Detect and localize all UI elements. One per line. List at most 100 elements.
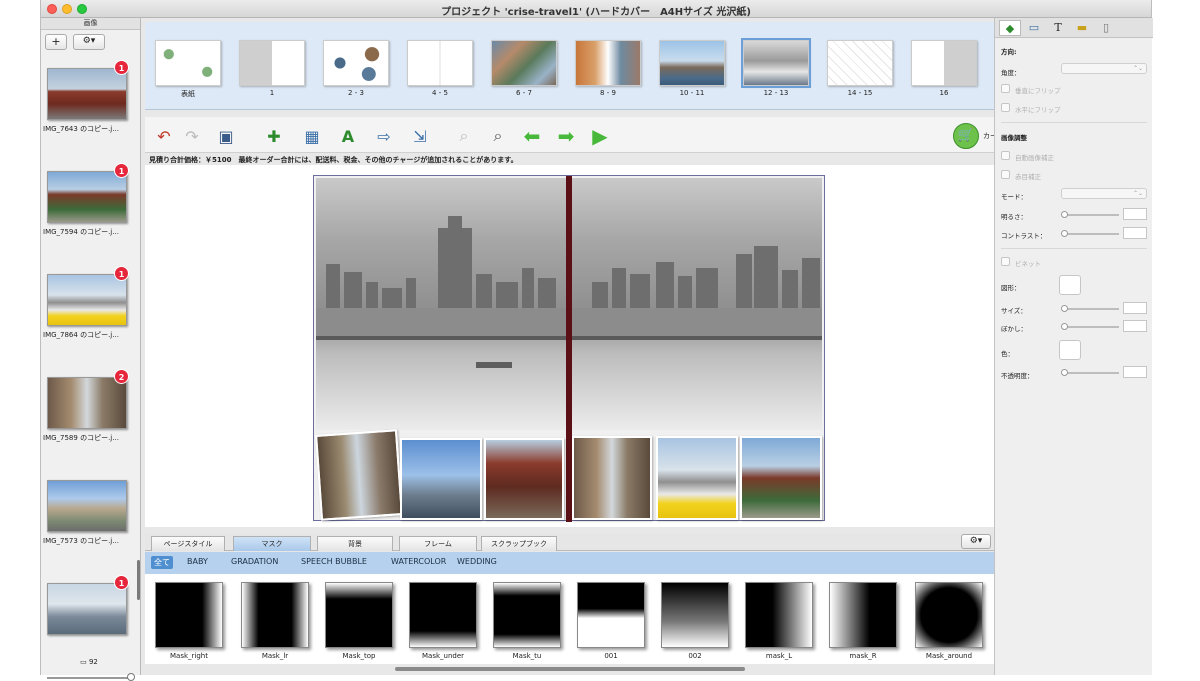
import-icon[interactable]: ⇨ bbox=[373, 125, 395, 147]
asset-gear-button[interactable]: ⚙▾ bbox=[961, 534, 991, 549]
page-thumb-14-15[interactable] bbox=[827, 40, 893, 86]
opacity-knob[interactable] bbox=[1061, 369, 1068, 376]
zoom-out-icon[interactable]: ⌕ bbox=[453, 125, 475, 147]
photo-flowers[interactable] bbox=[656, 436, 738, 520]
vignette-checkbox[interactable] bbox=[1001, 257, 1010, 266]
opacity-value-field[interactable] bbox=[1123, 366, 1147, 378]
page-thumb-10-11[interactable] bbox=[659, 40, 725, 86]
image-thumbnail[interactable] bbox=[47, 583, 127, 635]
brightness-slider[interactable] bbox=[1065, 214, 1119, 216]
undo-icon[interactable]: ↶ bbox=[153, 125, 175, 147]
tab-frame[interactable]: フレーム bbox=[399, 536, 477, 551]
next-page-icon[interactable]: ➡ bbox=[555, 124, 577, 148]
image-thumbnail[interactable] bbox=[47, 171, 127, 223]
page-thumb-16[interactable] bbox=[911, 40, 977, 86]
contrast-knob[interactable] bbox=[1061, 230, 1068, 237]
flip-horizontal-checkbox[interactable] bbox=[1001, 103, 1010, 112]
thumbnail-size-knob[interactable] bbox=[127, 673, 135, 681]
photo-temple[interactable] bbox=[484, 438, 564, 520]
photo-street[interactable] bbox=[315, 429, 403, 521]
image-thumbnail-list[interactable]: 1 IMG_7643 のコピー.j... 1 IMG_7594 のコピー.j..… bbox=[41, 56, 137, 652]
photo-tower[interactable] bbox=[400, 438, 482, 520]
size-knob[interactable] bbox=[1061, 305, 1068, 312]
mask-thumb[interactable] bbox=[577, 582, 645, 648]
tab-mask[interactable]: マスク bbox=[233, 536, 311, 551]
tab-page-style[interactable]: ページスタイル bbox=[151, 536, 225, 551]
page-thumb-8-9[interactable] bbox=[575, 40, 641, 86]
category-speech-bubble[interactable]: SPEECH BUBBLE bbox=[301, 557, 367, 566]
thumbnail-size-slider[interactable] bbox=[47, 677, 131, 679]
image-item[interactable]: 1 bbox=[41, 571, 137, 652]
flip-vertical-checkbox[interactable] bbox=[1001, 84, 1010, 93]
page-thumb-12-13[interactable] bbox=[741, 38, 811, 88]
page-thumb-6-7[interactable] bbox=[491, 40, 557, 86]
contrast-slider[interactable] bbox=[1065, 233, 1119, 235]
brightness-knob[interactable] bbox=[1061, 211, 1068, 218]
mask-thumb[interactable] bbox=[241, 582, 309, 648]
image-thumbnail[interactable] bbox=[47, 68, 127, 120]
add-text-icon[interactable]: A bbox=[337, 125, 359, 147]
contrast-value-field[interactable] bbox=[1123, 227, 1147, 239]
mask-thumb[interactable] bbox=[155, 582, 223, 648]
image-item[interactable]: 1 IMG_7643 のコピー.j... bbox=[41, 56, 137, 156]
image-thumbnail[interactable] bbox=[47, 480, 127, 532]
save-icon[interactable]: ▣ bbox=[215, 125, 237, 147]
page-thumb-2-3[interactable] bbox=[323, 40, 389, 86]
brightness-value-field[interactable] bbox=[1123, 208, 1147, 220]
tab-scrapbook[interactable]: スクラップブック bbox=[481, 536, 557, 551]
add-image-button[interactable]: + bbox=[45, 34, 67, 50]
text-settings-icon[interactable]: T bbox=[1047, 20, 1069, 36]
opacity-slider[interactable] bbox=[1065, 372, 1119, 374]
redo-icon[interactable]: ↷ bbox=[181, 125, 203, 147]
zoom-in-icon[interactable]: ⌕ bbox=[487, 125, 509, 147]
mask-thumb[interactable] bbox=[915, 582, 983, 648]
image-settings-icon[interactable]: ◆ bbox=[999, 20, 1021, 36]
page-thumb-1[interactable] bbox=[239, 40, 305, 86]
sidebar-scrollbar[interactable] bbox=[137, 560, 140, 600]
redeye-checkbox[interactable] bbox=[1001, 170, 1010, 179]
page-spread[interactable] bbox=[313, 175, 825, 522]
category-gradation[interactable]: GRADATION bbox=[231, 557, 278, 566]
sidebar-gear-button[interactable]: ⚙▾ bbox=[73, 34, 105, 50]
category-baby[interactable]: BABY bbox=[187, 557, 208, 566]
auto-correct-checkbox[interactable] bbox=[1001, 151, 1010, 160]
ruler-settings-icon[interactable]: ▬ bbox=[1071, 20, 1093, 36]
category-watercolor[interactable]: WATERCOLOR bbox=[391, 557, 446, 566]
image-item[interactable]: 1 IMG_7594 のコピー.j... bbox=[41, 159, 137, 259]
play-icon[interactable]: ▶ bbox=[589, 124, 611, 148]
page-canvas[interactable] bbox=[145, 165, 1031, 527]
category-wedding[interactable]: WEDDING bbox=[457, 557, 497, 566]
mask-gallery-scrollbar[interactable] bbox=[395, 667, 745, 671]
cart-icon[interactable]: 🛒 bbox=[953, 123, 979, 149]
mode-select[interactable]: ⌃⌄ bbox=[1061, 188, 1147, 199]
add-page-icon[interactable]: ✚ bbox=[263, 125, 285, 147]
previous-page-icon[interactable]: ⬅ bbox=[521, 124, 543, 148]
blur-slider[interactable] bbox=[1065, 326, 1119, 328]
mask-thumb[interactable] bbox=[661, 582, 729, 648]
mask-thumb[interactable] bbox=[325, 582, 393, 648]
mask-thumb[interactable] bbox=[409, 582, 477, 648]
tab-background[interactable]: 背景 bbox=[317, 536, 393, 551]
page-thumb-cover[interactable] bbox=[155, 40, 221, 86]
mask-thumb[interactable] bbox=[493, 582, 561, 648]
blur-value-field[interactable] bbox=[1123, 320, 1147, 332]
image-thumbnail[interactable] bbox=[47, 377, 127, 429]
size-slider[interactable] bbox=[1065, 308, 1119, 310]
color-swatch[interactable] bbox=[1059, 340, 1081, 360]
add-image-icon[interactable]: ▦ bbox=[301, 125, 323, 147]
image-item[interactable]: 2 IMG_7589 のコピー.j... bbox=[41, 365, 137, 465]
category-all[interactable]: 全て bbox=[151, 556, 173, 569]
export-icon[interactable]: ⇲ bbox=[409, 125, 431, 147]
page-thumb-4-5[interactable] bbox=[407, 40, 473, 86]
angle-select[interactable]: ⌃⌄ bbox=[1061, 63, 1147, 74]
size-value-field[interactable] bbox=[1123, 302, 1147, 314]
photo-alley[interactable] bbox=[572, 436, 652, 520]
frame-settings-icon[interactable]: ▭ bbox=[1023, 20, 1045, 36]
image-item[interactable]: IMG_7573 のコピー.j... bbox=[41, 468, 137, 568]
image-item[interactable]: 1 IMG_7864 のコピー.j... bbox=[41, 262, 137, 362]
page-settings-icon[interactable]: ▯ bbox=[1095, 20, 1117, 36]
mask-thumb[interactable] bbox=[745, 582, 813, 648]
mask-thumb[interactable] bbox=[829, 582, 897, 648]
shape-swatch[interactable] bbox=[1059, 275, 1081, 295]
image-thumbnail[interactable] bbox=[47, 274, 127, 326]
